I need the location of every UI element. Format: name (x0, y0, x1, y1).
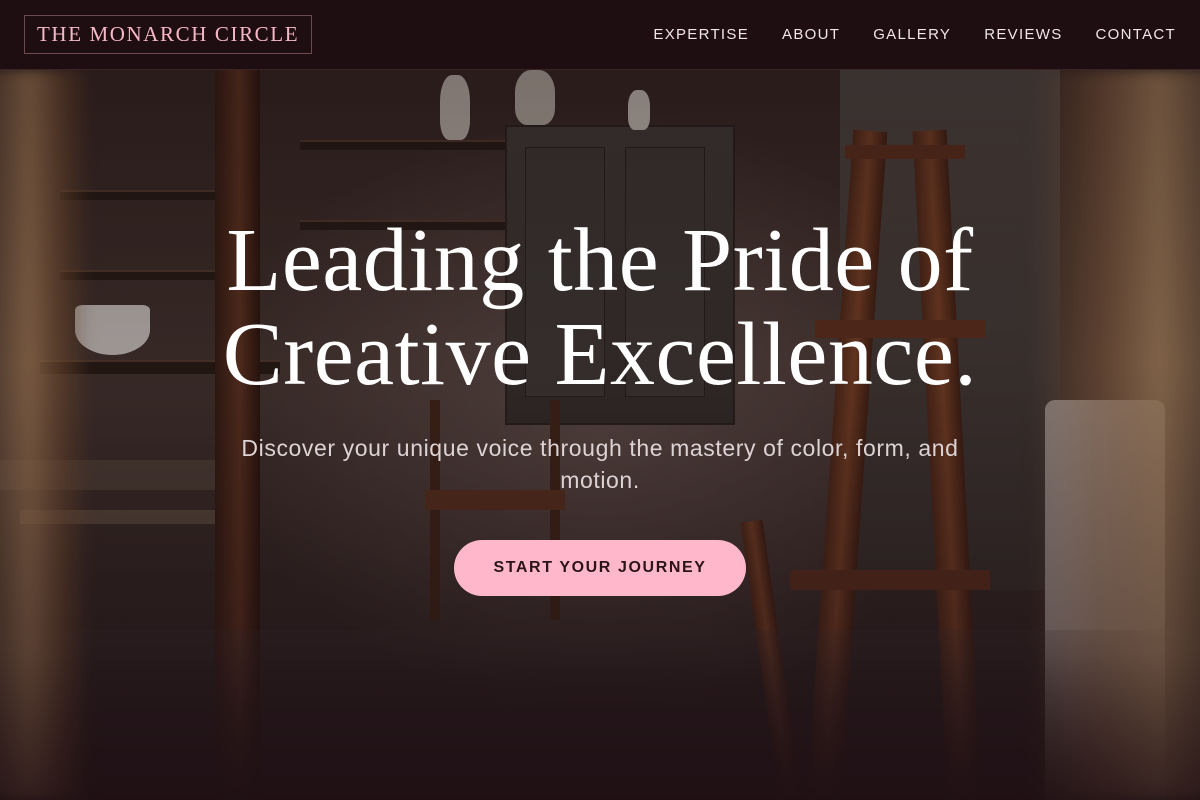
brand-logo[interactable]: THE MONARCH CIRCLE (24, 15, 313, 54)
nav-link-contact[interactable]: CONTACT (1096, 26, 1176, 43)
start-journey-button[interactable]: START YOUR JOURNEY (454, 540, 746, 596)
nav-link-expertise[interactable]: EXPERTISE (653, 26, 749, 43)
top-navbar: THE MONARCH CIRCLE EXPERTISE ABOUT GALLE… (0, 0, 1200, 70)
hero-title: Leading the Pride of Creative Excellence… (222, 211, 978, 404)
nav-menu: EXPERTISE ABOUT GALLERY REVIEWS CONTACT (653, 26, 1176, 43)
nav-link-gallery[interactable]: GALLERY (873, 26, 951, 43)
hero-content: Leading the Pride of Creative Excellence… (0, 70, 1200, 800)
nav-link-reviews[interactable]: REVIEWS (984, 26, 1062, 43)
nav-link-about[interactable]: ABOUT (782, 26, 840, 43)
hero-subtitle: Discover your unique voice through the m… (241, 435, 959, 493)
landing-page: THE MONARCH CIRCLE EXPERTISE ABOUT GALLE… (0, 0, 1200, 800)
